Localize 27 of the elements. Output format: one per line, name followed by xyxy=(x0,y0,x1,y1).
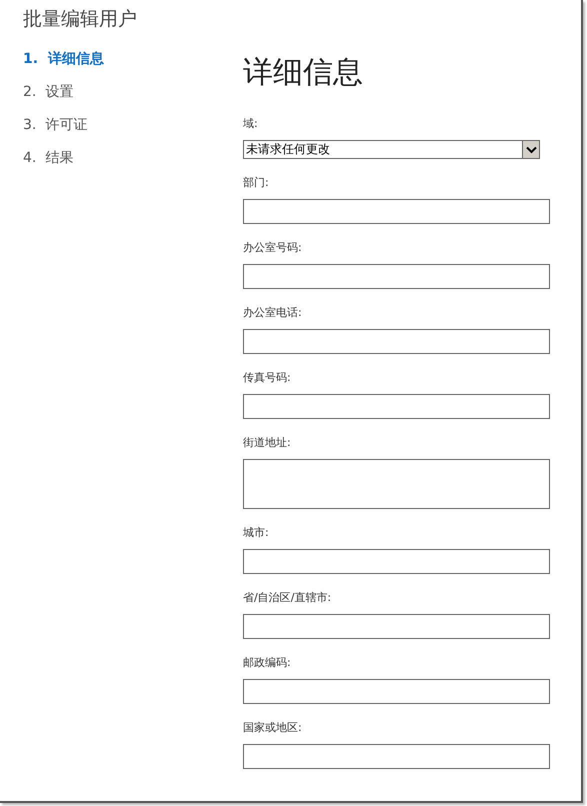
dropdown[interactable]: 未请求任何更改 xyxy=(243,140,540,159)
field-label: 办公室号码: xyxy=(243,241,302,255)
page-heading: 详细信息 xyxy=(243,54,364,92)
input-field[interactable] xyxy=(243,264,550,289)
text-area[interactable] xyxy=(243,459,550,509)
field-label: 城市: xyxy=(243,526,269,540)
wizard-step[interactable]: 2. 设置 xyxy=(23,81,74,103)
window-title: 批量编辑用户 xyxy=(23,7,138,32)
input-field[interactable] xyxy=(243,394,550,419)
field-label: 街道地址: xyxy=(243,436,291,450)
input-field[interactable] xyxy=(243,549,550,574)
field-label: 国家或地区: xyxy=(243,721,302,735)
input-field[interactable] xyxy=(243,679,550,704)
wizard-step[interactable]: 1. 详细信息 xyxy=(23,48,104,70)
field-label: 邮政编码: xyxy=(243,656,291,670)
chevron-down-icon[interactable] xyxy=(522,141,539,158)
field-label: 部门: xyxy=(243,176,269,190)
field-label: 省/自治区/直辖市: xyxy=(243,591,332,605)
input-field[interactable] xyxy=(243,744,550,769)
input-field[interactable] xyxy=(243,199,550,224)
field-label: 办公室电话: xyxy=(243,306,302,320)
input-field[interactable] xyxy=(243,329,550,354)
field-label: 传真号码: xyxy=(243,371,291,385)
wizard-step[interactable]: 3. 许可证 xyxy=(23,114,88,136)
input-field[interactable] xyxy=(243,614,550,639)
wizard-step[interactable]: 4. 结果 xyxy=(23,147,74,169)
field-label: 域: xyxy=(243,117,258,131)
